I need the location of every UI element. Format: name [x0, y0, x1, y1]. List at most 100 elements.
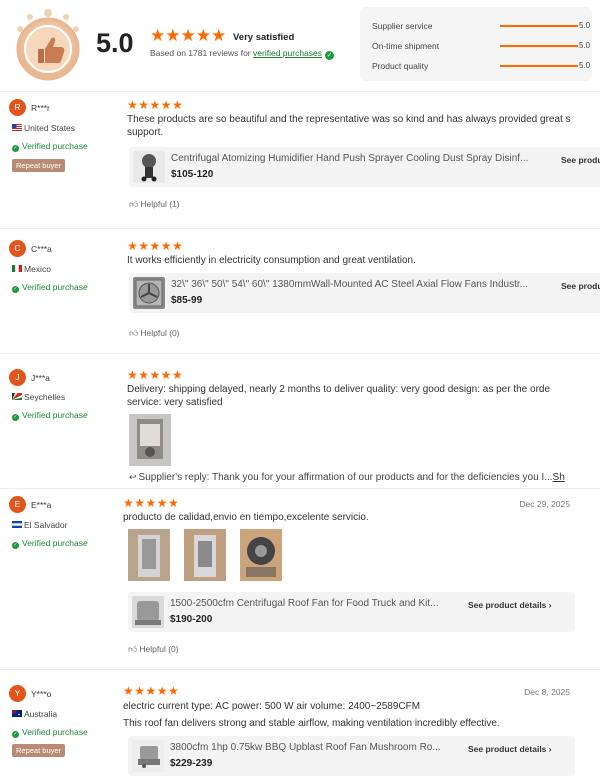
reviews-count-text: Based on 1781 reviews for verified purch…	[150, 48, 335, 60]
roof-fan-photo-image	[240, 529, 282, 581]
repeat-buyer-badge: Repeat buyer	[12, 744, 66, 757]
helpful-count: Helpful (0)	[140, 328, 180, 338]
verified-purchase-label: ✓ Verified purchase	[12, 538, 88, 549]
product-card[interactable]: 32\" 36\" 50\" 54\" 60\" 1380mmWall-Moun…	[129, 273, 600, 313]
verified-text: Verified purchase	[22, 538, 88, 548]
verified-purchase-label: ✓ Verified purchase	[12, 141, 88, 152]
us-flag-icon	[12, 124, 22, 131]
review-photo[interactable]	[184, 529, 226, 581]
review-text-line: Delivery: shipping delayed, nearly 2 mon…	[127, 384, 551, 395]
product-price: $190-200	[170, 614, 213, 625]
reviewer-name: Y***o	[31, 689, 52, 699]
helpful-button[interactable]: 👍︎ Helpful (0)	[128, 644, 179, 655]
product-thumbnail	[132, 596, 164, 628]
review-item: C C***a Mexico ✓ Verified purchase ★★★★★ …	[0, 228, 600, 352]
based-on-text: Based on 1781 reviews for	[150, 48, 251, 58]
product-title: 32\" 36\" 50\" 54\" 60\" 1380mmWall-Moun…	[171, 279, 528, 290]
reply-arrow-icon: ↩	[129, 472, 137, 482]
mushroom-fan-image-icon	[132, 740, 164, 772]
show-more-link[interactable]: Sh	[553, 472, 565, 483]
verified-check-icon: ✓	[12, 286, 19, 293]
review-stars: ★★★★★	[127, 368, 184, 382]
verified-check-icon: ✓	[12, 145, 19, 152]
metric-bar-fill	[500, 45, 578, 47]
review-item: J J***a Seychelles ✓ Verified purchase ★★…	[0, 353, 600, 487]
product-thumbnail	[133, 277, 165, 309]
review-stars: ★★★★★	[127, 239, 184, 253]
review-text-line: It works efficiently in electricity cons…	[127, 255, 416, 266]
country-name: Seychelles	[24, 392, 66, 402]
verified-check-icon: ✓	[325, 51, 335, 60]
helpful-button[interactable]: 👍︎ Helpful (1)	[129, 199, 180, 210]
review-body: ★★★★★ It works efficiently in electricit…	[127, 229, 600, 353]
review-text-line: electric current type: AC power: 500 W a…	[123, 701, 421, 712]
verified-text: Verified purchase	[22, 141, 88, 151]
metric-label: On-time shipment	[372, 41, 440, 51]
verified-purchase-label: ✓ Verified purchase	[12, 282, 88, 293]
repeat-buyer-badge: Repeat buyer	[12, 159, 66, 172]
rating-summary: 5.0 ★★★★★ Very satisfied Based on 1781 r…	[0, 0, 600, 90]
see-product-details-link[interactable]: See produ	[561, 281, 600, 291]
review-body: ★★★★★ Dec 29, 2025 producto de calidad,e…	[123, 489, 596, 669]
metric-bar	[500, 25, 578, 27]
product-price: $229-239	[170, 758, 213, 769]
avatar: R	[9, 99, 26, 116]
country-name: United States	[24, 123, 76, 133]
reviewer-name: J***a	[31, 373, 50, 383]
supplier-reply: ↩ Supplier's reply: Thank you for your af…	[129, 472, 600, 483]
see-product-details-link[interactable]: See product details ›	[468, 744, 552, 754]
helpful-thumb-icon: 👍︎	[129, 328, 139, 338]
metric-value: 5.0	[579, 41, 591, 50]
helpful-button[interactable]: 👍︎ Helpful (0)	[129, 328, 180, 339]
verified-check-icon: ✓	[12, 542, 19, 549]
review-photo[interactable]	[128, 529, 170, 581]
product-title: 3800cfm 1hp 0.75kw BBQ Upblast Roof Fan …	[170, 742, 441, 753]
reply-text: Supplier's reply: Thank you for your aff…	[138, 472, 553, 483]
mexico-flag-icon	[12, 265, 22, 272]
country-name: El Salvador	[24, 520, 68, 530]
see-product-details-link[interactable]: See product details ›	[468, 600, 552, 610]
axial-fan-image-icon	[133, 277, 165, 309]
supplier-metrics-panel: Supplier service 5.0 On-time shipment 5.…	[360, 7, 592, 81]
verified-text: Verified purchase	[22, 282, 88, 292]
product-card[interactable]: 1500-2500cfm Centrifugal Roof Fan for Fo…	[128, 592, 575, 632]
review-stars: ★★★★★	[123, 496, 180, 510]
product-title: Centrifugal Atomizing Humidifier Hand Pu…	[171, 153, 529, 164]
roof-fan-photo-image	[128, 529, 170, 581]
helpful-count: Helpful (1)	[140, 199, 180, 209]
review-date: Dec 8, 2025	[524, 687, 570, 697]
product-thumbnail	[133, 151, 165, 183]
product-card[interactable]: Centrifugal Atomizing Humidifier Hand Pu…	[129, 147, 600, 187]
el-salvador-flag-icon	[12, 521, 22, 528]
metric-label: Product quality	[372, 61, 429, 71]
avatar: Y	[9, 685, 26, 702]
see-product-details-link[interactable]: See product	[561, 155, 600, 165]
product-thumbnail	[132, 740, 164, 772]
metric-bar-fill	[500, 25, 578, 27]
review-photo[interactable]	[240, 529, 282, 581]
reviewer-country: Australia	[12, 709, 57, 719]
verified-text: Verified purchase	[22, 410, 88, 420]
metric-value: 5.0	[579, 21, 591, 30]
verified-purchase-label: ✓ Verified purchase	[12, 727, 88, 738]
verified-purchase-label: ✓ Verified purchase	[12, 410, 88, 421]
review-date: Dec 29, 2025	[519, 499, 570, 509]
avatar: E	[9, 496, 26, 513]
review-photo[interactable]	[129, 414, 171, 466]
avatar: C	[9, 240, 26, 257]
review-body: ★★★★★ These products are so beautiful an…	[127, 92, 600, 228]
review-stars: ★★★★★	[127, 98, 184, 112]
reviewer-name: R***r	[31, 103, 50, 113]
metric-label: Supplier service	[372, 21, 433, 31]
review-text-line: This roof fan delivers strong and stable…	[123, 718, 500, 729]
avatar: J	[9, 369, 26, 386]
product-card[interactable]: 3800cfm 1hp 0.75kw BBQ Upblast Roof Fan …	[128, 736, 575, 776]
review-text-line: These products are so beautiful and the …	[127, 114, 571, 125]
review-stars: ★★★★★	[123, 684, 180, 698]
review-body: ★★★★★ Delivery: shipping delayed, nearly…	[127, 354, 600, 488]
review-text-line: service: very satisfied	[127, 397, 223, 408]
verified-purchases-link[interactable]: verified purchases	[253, 48, 322, 58]
helpful-thumb-icon: 👍︎	[128, 644, 138, 654]
helpful-thumb-icon: 👍︎	[129, 199, 139, 209]
review-text-line: producto de calidad,envio en tiempo,exce…	[123, 512, 369, 523]
